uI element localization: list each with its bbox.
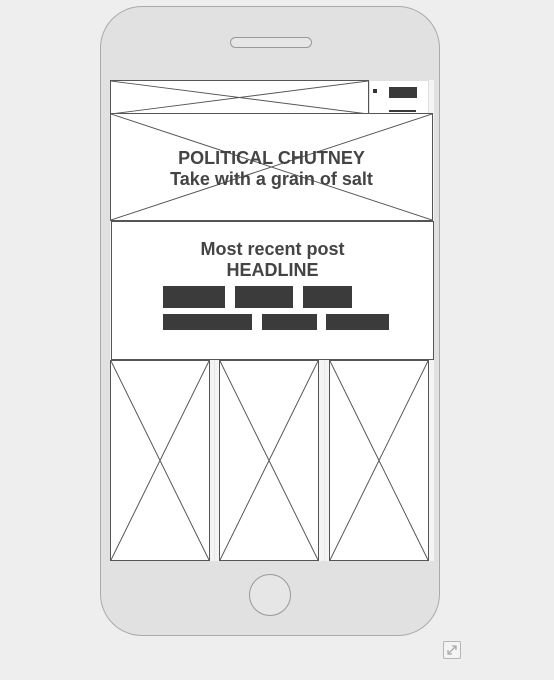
post-heading: Most recent post HEADLINE: [112, 239, 433, 281]
site-title: POLITICAL CHUTNEY: [178, 148, 365, 168]
thumbnail-placeholder-2[interactable]: [219, 360, 319, 561]
thumbnail-placeholder-1[interactable]: [110, 360, 210, 561]
recent-post-card: Most recent post HEADLINE: [111, 221, 434, 360]
nav-menu[interactable]: [369, 80, 429, 114]
post-text-block: [303, 286, 352, 308]
thumbnail-placeholder-3[interactable]: [329, 360, 429, 561]
phone-speaker: [230, 37, 312, 48]
post-text-block: [163, 286, 225, 308]
menu-bullet-icon: [373, 89, 377, 93]
menu-item-block[interactable]: [389, 87, 417, 98]
post-headline[interactable]: HEADLINE: [112, 260, 433, 281]
post-text-block: [326, 314, 389, 330]
column-divider: [214, 360, 215, 561]
phone-screen: POLITICAL CHUTNEY Take with a grain of s…: [110, 80, 434, 561]
post-text-block: [163, 314, 252, 330]
post-heading-line-1: Most recent post: [200, 239, 345, 259]
hero-image-placeholder: POLITICAL CHUTNEY Take with a grain of s…: [110, 113, 433, 221]
menu-item-underline: [389, 110, 416, 112]
post-text-block: [262, 314, 317, 330]
post-text-block: [235, 286, 293, 308]
site-tagline: Take with a grain of salt: [170, 169, 373, 189]
phone-home-button: [249, 574, 291, 616]
column-divider: [324, 360, 325, 561]
hero-text: POLITICAL CHUTNEY Take with a grain of s…: [111, 148, 432, 190]
expand-icon[interactable]: [443, 641, 461, 659]
logo-image-placeholder: [110, 80, 369, 115]
